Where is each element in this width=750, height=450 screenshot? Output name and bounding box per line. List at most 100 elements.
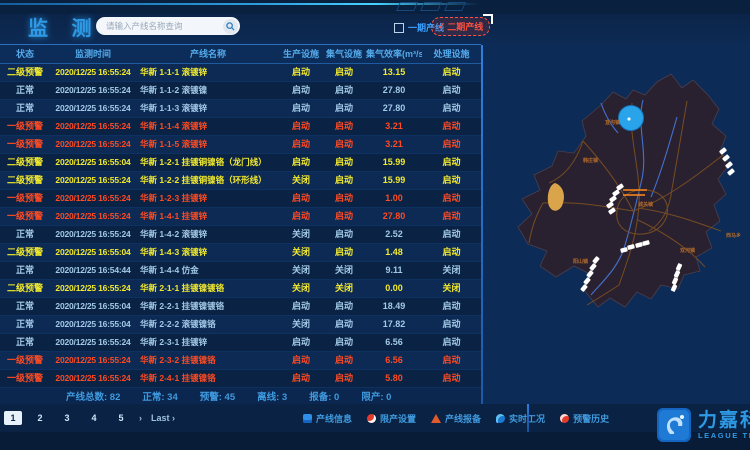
- report-button[interactable]: 产线报备: [431, 412, 481, 425]
- cell-gas: 启动: [322, 334, 366, 351]
- table-row[interactable]: 二级预警2020/12/25 16:55:04华新 1-4-3 滚镀锌关闭启动1…: [0, 244, 481, 262]
- summary-item: 预警: 45: [200, 389, 235, 403]
- cell-time: 2020/12/25 16:55:24: [50, 82, 136, 99]
- table-row[interactable]: 一级预警2020/12/25 16:55:24华新 2-4-1 挂镀镍铬启动启动…: [0, 370, 481, 388]
- cell-prod: 启动: [280, 154, 322, 171]
- map-place-label: 双河镇: [680, 247, 695, 254]
- search-icon[interactable]: [223, 19, 238, 34]
- cell-status: 二级预警: [0, 244, 50, 261]
- cell-treat: 启动: [422, 334, 481, 351]
- column-header: 监测时间: [50, 45, 136, 63]
- cell-eff: 0.00: [366, 280, 422, 297]
- table-row[interactable]: 正常2020/12/25 16:55:04华新 2-2-2 滚镀镍铬关闭启动17…: [0, 316, 481, 334]
- table-row[interactable]: 一级预警2020/12/25 16:55:24华新 1-4-1 挂镀锌启动启动2…: [0, 208, 481, 226]
- cell-time: 2020/12/25 16:55:24: [50, 370, 136, 387]
- column-header: 处理设施: [422, 45, 481, 63]
- search-box[interactable]: [96, 17, 240, 35]
- cell-treat: 启动: [422, 100, 481, 117]
- cell-treat: 关闭: [422, 262, 481, 279]
- summary-item: 离线: 3: [257, 389, 287, 403]
- table-row[interactable]: 一级预警2020/12/25 16:55:24华新 1-1-4 滚镀锌启动启动3…: [0, 118, 481, 136]
- cell-status: 一级预警: [0, 208, 50, 225]
- cell-line: 华新 1-2-2 挂镀铜镍铬（环形线）: [136, 172, 280, 189]
- cell-gas: 启动: [322, 316, 366, 333]
- table-row[interactable]: 正常2020/12/25 16:54:44华新 1-4-4 仿金关闭关闭9.11…: [0, 262, 481, 280]
- cell-prod: 启动: [280, 190, 322, 207]
- last-page-button[interactable]: Last ›: [151, 413, 175, 423]
- logo-subtitle: LEAGUE TECH: [698, 432, 750, 440]
- cell-status: 正常: [0, 316, 50, 333]
- logo: 力嘉科技 LEAGUE TECH: [656, 407, 750, 443]
- cell-eff: 9.11: [366, 262, 422, 279]
- map-panel[interactable]: 宜沟镇韩庄镇城关镇西马乡阳山镇双河镇: [483, 45, 750, 404]
- cell-treat: 启动: [422, 208, 481, 225]
- table-row[interactable]: 一级预警2020/12/25 16:55:24华新 1-1-5 滚镀锌启动启动3…: [0, 136, 481, 154]
- toolbar: 产线信息 限产设置 产线报备 实时工况 预警历史: [303, 412, 609, 425]
- cell-prod: 启动: [280, 370, 322, 387]
- cell-gas: 启动: [322, 298, 366, 315]
- cell-line: 华新 1-1-4 滚镀锌: [136, 118, 280, 135]
- limit-button[interactable]: 限产设置: [367, 412, 416, 425]
- realtime-button[interactable]: 实时工况: [496, 412, 545, 425]
- cell-treat: 启动: [422, 244, 481, 261]
- cell-line: 华新 2-3-2 挂镀镍铬: [136, 352, 280, 369]
- info-button[interactable]: 产线信息: [303, 412, 352, 425]
- cell-eff: 3.21: [366, 136, 422, 153]
- phase2-button[interactable]: ✓ 二期产线: [431, 17, 490, 36]
- cell-treat: 启动: [422, 118, 481, 135]
- cell-treat: 启动: [422, 370, 481, 387]
- cell-treat: 启动: [422, 190, 481, 207]
- next-page-button[interactable]: ›: [139, 413, 142, 423]
- toolbar-label: 产线报备: [445, 412, 481, 425]
- page-button[interactable]: 2: [31, 411, 49, 425]
- table-row[interactable]: 二级预警2020/12/25 16:55:04华新 1-2-1 挂镀铜镍铬（龙门…: [0, 154, 481, 172]
- alert-bubble-marker[interactable]: [619, 106, 644, 131]
- corner-bracket: [483, 14, 493, 24]
- page-button[interactable]: 1: [4, 411, 22, 425]
- history-button[interactable]: 预警历史: [560, 412, 609, 425]
- cell-prod: 关闭: [280, 226, 322, 243]
- summary-item: 正常: 34: [142, 389, 177, 403]
- table-row[interactable]: 二级预警2020/12/25 16:55:24华新 2-1-1 挂镀镍镀铬关闭关…: [0, 280, 481, 298]
- cell-gas: 关闭: [322, 262, 366, 279]
- header: 监 测 一期产线 ✓ 二期产线: [0, 14, 750, 45]
- phase2-label: 二期产线: [447, 20, 483, 33]
- cell-prod: 关闭: [280, 316, 322, 333]
- cell-prod: 关闭: [280, 244, 322, 261]
- table-row[interactable]: 正常2020/12/25 16:55:24华新 1-1-3 滚镀锌启动启动27.…: [0, 100, 481, 118]
- cell-status: 二级预警: [0, 154, 50, 171]
- table-row[interactable]: 正常2020/12/25 16:55:04华新 2-2-1 挂镀镍镀铬启动启动1…: [0, 298, 481, 316]
- cell-treat: 启动: [422, 298, 481, 315]
- page-button[interactable]: 5: [112, 411, 130, 425]
- toolbar-label: 预警历史: [573, 412, 609, 425]
- cell-prod: 启动: [280, 334, 322, 351]
- cell-line: 华新 2-2-2 滚镀镍铬: [136, 316, 280, 333]
- page-button[interactable]: 4: [85, 411, 103, 425]
- cell-treat: 启动: [422, 172, 481, 189]
- table-row[interactable]: 正常2020/12/25 16:55:24华新 1-1-2 滚镀镍启动启动27.…: [0, 82, 481, 100]
- district-map[interactable]: 宜沟镇韩庄镇城关镇西马乡阳山镇双河镇: [483, 45, 750, 404]
- cell-eff: 27.80: [366, 208, 422, 225]
- table-row[interactable]: 二级预警2020/12/25 16:55:24华新 1-1-1 滚镀锌启动启动1…: [0, 64, 481, 82]
- cell-prod: 关闭: [280, 262, 322, 279]
- cell-line: 华新 1-4-4 仿金: [136, 262, 280, 279]
- cell-line: 华新 1-1-3 滚镀锌: [136, 100, 280, 117]
- table-row[interactable]: 正常2020/12/25 16:55:24华新 1-4-2 滚镀锌关闭启动2.5…: [0, 226, 481, 244]
- table-row[interactable]: 正常2020/12/25 16:55:24华新 2-3-1 挂镀锌启动启动6.5…: [0, 334, 481, 352]
- cell-time: 2020/12/25 16:55:24: [50, 352, 136, 369]
- cell-status: 二级预警: [0, 64, 50, 81]
- info-icon: [303, 414, 312, 423]
- cell-line: 华新 1-1-2 滚镀镍: [136, 82, 280, 99]
- cell-treat: 启动: [422, 154, 481, 171]
- top-decoration: [398, 2, 464, 11]
- cell-time: 2020/12/25 16:55:24: [50, 136, 136, 153]
- search-input[interactable]: [96, 21, 223, 31]
- cell-gas: 启动: [322, 226, 366, 243]
- table-row[interactable]: 一级预警2020/12/25 16:55:24华新 1-2-3 挂镀锌启动启动1…: [0, 190, 481, 208]
- table-row[interactable]: 二级预警2020/12/25 16:55:24华新 1-2-2 挂镀铜镍铬（环形…: [0, 172, 481, 190]
- cell-status: 一级预警: [0, 136, 50, 153]
- cell-treat: 启动: [422, 64, 481, 81]
- table-row[interactable]: 一级预警2020/12/25 16:55:24华新 2-3-2 挂镀镍铬启动启动…: [0, 352, 481, 370]
- cell-gas: 启动: [322, 370, 366, 387]
- page-button[interactable]: 3: [58, 411, 76, 425]
